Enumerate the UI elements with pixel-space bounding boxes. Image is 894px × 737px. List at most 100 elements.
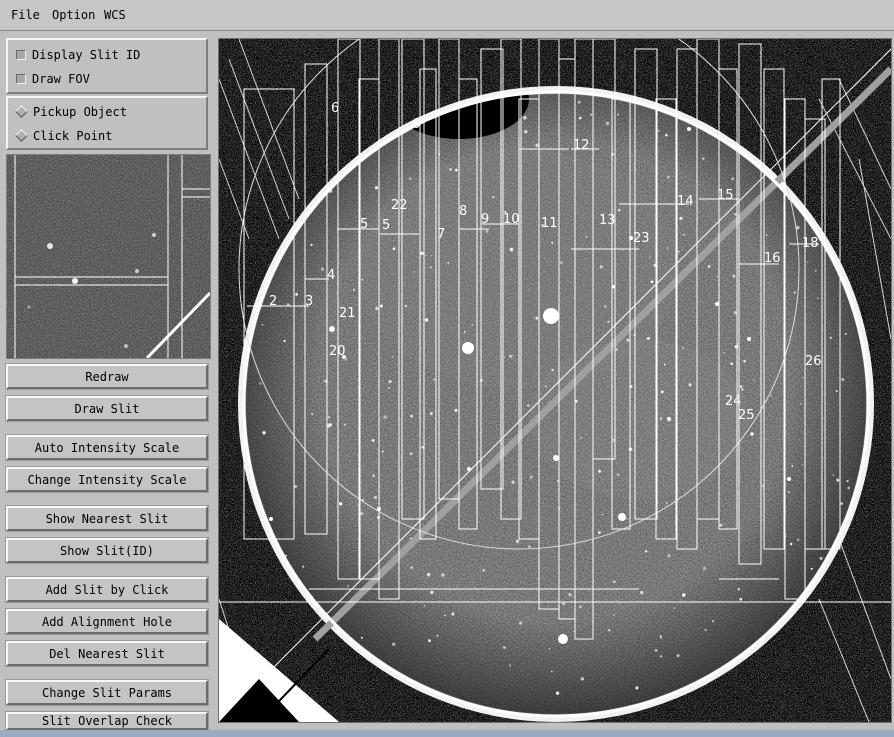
- star: [654, 649, 658, 652]
- star: [605, 121, 610, 126]
- pickup-object-label: Pickup Object: [33, 105, 127, 119]
- star: [454, 168, 458, 172]
- star: [375, 306, 379, 311]
- star-field-image: 2 345 566789 10 11121314 15161820212223242526: [219, 39, 891, 722]
- star: [734, 213, 737, 216]
- slit-id-label: 10: [503, 212, 520, 227]
- star: [551, 241, 554, 244]
- star: [436, 634, 439, 637]
- star: [360, 636, 363, 639]
- slit-id-label: 16: [764, 251, 781, 266]
- menu-option[interactable]: Option: [52, 8, 95, 22]
- show-nearest-slit-button[interactable]: Show Nearest Slit: [5, 505, 209, 532]
- image-canvas[interactable]: 2 3 4 5 5 6 6 7 8 9 10 11 12 13 14 15 16 18 20 21 22 23 24 25 26: [218, 38, 892, 723]
- slit-id-label: 25: [738, 408, 755, 423]
- star: [550, 670, 553, 673]
- display-slit-id-checkbox[interactable]: Display Slit ID: [16, 48, 140, 62]
- draw-slit-button[interactable]: Draw Slit: [5, 395, 209, 422]
- zoom-thumbnail[interactable]: [6, 154, 211, 359]
- star: [597, 531, 601, 535]
- star: [515, 539, 520, 543]
- add-alignment-hole-button[interactable]: Add Alignment Hole: [5, 608, 209, 635]
- star: [791, 465, 794, 467]
- slit-id-label: 23: [633, 231, 650, 246]
- menu-file[interactable]: File: [11, 8, 40, 22]
- slit-overlap-check-button[interactable]: Slit Overlap Check: [5, 711, 209, 731]
- star: [787, 491, 791, 494]
- star: [311, 412, 314, 416]
- star: [471, 323, 474, 326]
- pickup-object-radio[interactable]: Pickup Object: [15, 105, 127, 119]
- menu-bar: File Option WCS: [0, 0, 894, 31]
- star: [814, 269, 817, 272]
- menu-wcs[interactable]: WCS: [104, 8, 126, 22]
- star: [601, 514, 603, 516]
- star: [679, 216, 683, 220]
- slit-id-label: 3: [305, 294, 313, 309]
- star: [847, 486, 851, 490]
- star: [562, 602, 566, 606]
- star: [579, 605, 582, 609]
- star: [424, 318, 429, 322]
- star: [836, 478, 840, 482]
- star: [553, 455, 559, 461]
- star: [543, 308, 559, 324]
- star: [413, 271, 415, 273]
- star: [616, 473, 620, 476]
- star: [420, 251, 424, 256]
- slit-id-label: 26: [805, 354, 822, 369]
- star: [503, 356, 506, 358]
- star: [787, 477, 791, 481]
- star: [433, 378, 436, 381]
- slit-id-label: 14: [677, 194, 694, 209]
- star: [391, 355, 394, 358]
- star: [615, 348, 618, 351]
- star: [687, 127, 691, 131]
- star: [707, 265, 711, 268]
- star: [739, 385, 743, 388]
- star: [608, 629, 611, 632]
- click-point-radio[interactable]: Click Point: [15, 129, 112, 143]
- auto-intensity-scale-button[interactable]: Auto Intensity Scale: [5, 434, 209, 461]
- star: [444, 614, 446, 617]
- star: [283, 339, 286, 343]
- display-options-group: Display Slit ID Draw FOV: [6, 38, 208, 94]
- star: [737, 588, 740, 591]
- star: [383, 415, 387, 419]
- star: [347, 585, 349, 587]
- star: [832, 474, 834, 476]
- redraw-button[interactable]: Redraw: [5, 363, 209, 390]
- star: [404, 304, 407, 308]
- slit-id-label: 6: [331, 101, 339, 116]
- star: [585, 236, 588, 238]
- star: [712, 620, 715, 623]
- change-slit-params-button[interactable]: Change Slit Params: [5, 679, 209, 706]
- star: [381, 450, 384, 453]
- slit-id-label: 2: [269, 294, 277, 309]
- star: [310, 243, 313, 247]
- star: [802, 376, 804, 379]
- del-nearest-slit-button[interactable]: Del Nearest Slit: [5, 640, 209, 667]
- star: [604, 305, 607, 308]
- star: [578, 116, 582, 120]
- star: [429, 412, 433, 416]
- star: [361, 279, 364, 281]
- show-slit-id-button[interactable]: Show Slit(ID): [5, 537, 209, 564]
- star: [765, 234, 768, 236]
- star: [817, 297, 819, 299]
- star: [646, 336, 650, 340]
- change-intensity-scale-button[interactable]: Change Intensity Scale: [5, 466, 209, 493]
- star: [659, 635, 662, 638]
- star: [665, 345, 668, 347]
- star: [701, 157, 705, 160]
- star: [360, 511, 364, 516]
- star: [329, 326, 335, 332]
- star: [579, 437, 582, 439]
- draw-fov-checkbox[interactable]: Draw FOV: [16, 72, 90, 86]
- slit-id-label: 5: [360, 217, 368, 232]
- star: [371, 438, 375, 442]
- star: [599, 265, 604, 269]
- add-slit-by-click-button[interactable]: Add Slit by Click: [5, 576, 209, 603]
- star: [734, 345, 739, 349]
- star: [731, 177, 734, 181]
